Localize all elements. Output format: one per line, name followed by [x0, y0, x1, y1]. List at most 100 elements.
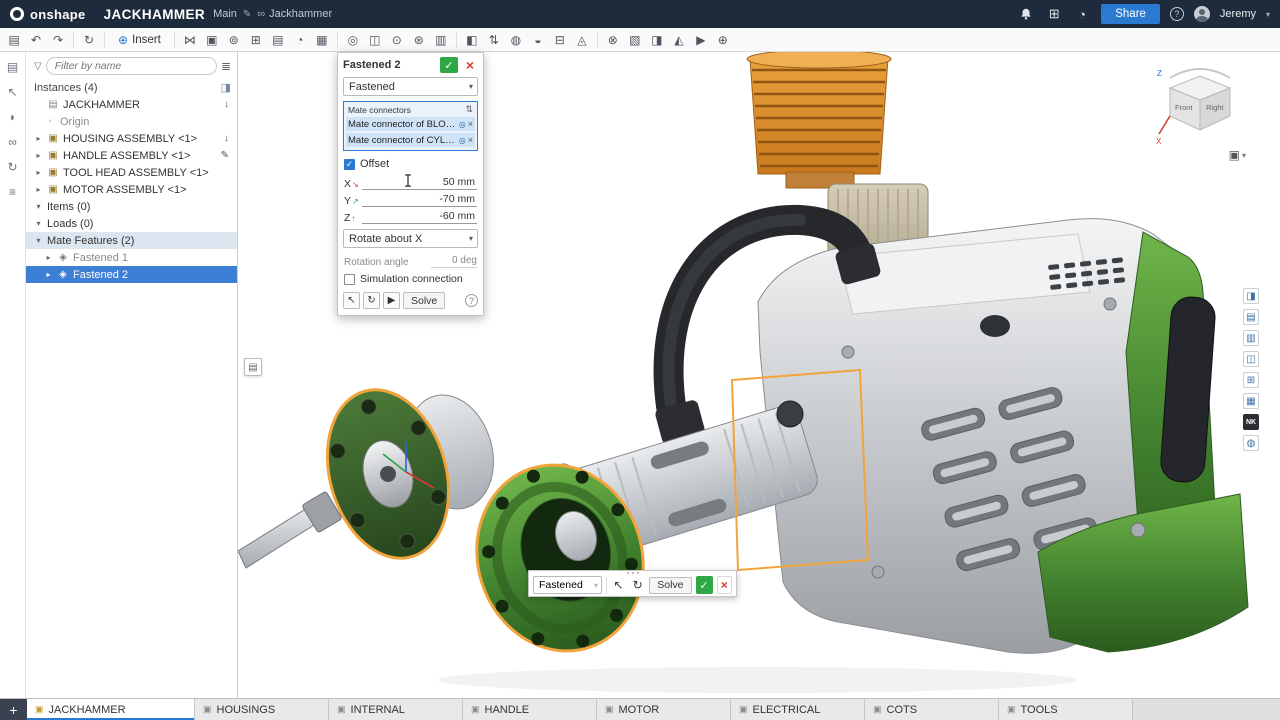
rotation-angle-input[interactable]: 0 deg — [431, 255, 477, 268]
mini-accept-button[interactable]: ✓ — [696, 576, 713, 594]
insert-button[interactable]: ⊕ Insert — [110, 30, 169, 50]
circular-pattern-icon[interactable]: ◔ — [290, 30, 310, 50]
exploded-view-icon[interactable]: ⊛ — [409, 30, 429, 50]
linked-document-name[interactable]: Jackhammer — [269, 8, 332, 20]
tab-electrical[interactable]: ▣ ELECTRICAL — [731, 699, 865, 720]
caret-closed-icon[interactable]: ▸ — [34, 134, 43, 143]
frames-icon[interactable]: ▧ — [625, 30, 645, 50]
offset-x-input[interactable]: 50 mm — [362, 176, 477, 190]
tab-handle[interactable]: ▣ HANDLE — [463, 699, 597, 720]
mate-connector-picker-icon[interactable]: ↖ — [343, 292, 360, 309]
tree-row-origin[interactable]: ◦ Origin — [26, 113, 237, 130]
interference-icon[interactable]: ⊗ — [603, 30, 623, 50]
help-icon[interactable]: ? — [1170, 7, 1184, 21]
housing-assembly-part[interactable] — [758, 219, 1248, 654]
tab-cots[interactable]: ▣ COTS — [865, 699, 999, 720]
animate-icon[interactable]: ▶ — [691, 30, 711, 50]
cancel-button[interactable]: × — [462, 57, 478, 73]
panel-flyout-button[interactable]: ▤ — [244, 358, 262, 376]
mini-mate-type-dropdown[interactable]: Fastened ▾ — [533, 576, 602, 594]
remove-connector-icon[interactable]: × — [468, 119, 473, 129]
view-settings-button[interactable]: ▣ ▾ — [1229, 148, 1246, 162]
mate-connector-chip-2[interactable]: Mate connector of CYLIND... ◎ × — [346, 133, 475, 147]
solve-button[interactable]: Solve — [403, 292, 445, 309]
mass-properties-icon[interactable]: ◬ — [572, 30, 592, 50]
tree-row-housing-assembly[interactable]: ▸ ▣ HOUSING ASSEMBLY <1> ↓ — [26, 130, 237, 147]
edit-pencil-icon[interactable]: ✎ — [243, 9, 251, 20]
sync-icon[interactable]: ↓ — [224, 133, 233, 144]
rollback-icon[interactable]: ↻ — [79, 30, 99, 50]
workspace-name[interactable]: Main — [213, 8, 237, 20]
flip-rotate-icon[interactable]: ↻ — [630, 577, 645, 594]
notifications-bell-icon[interactable] — [1017, 5, 1035, 23]
named-positions-icon[interactable]: ◫ — [365, 30, 385, 50]
remove-connector-icon[interactable]: × — [468, 135, 473, 145]
tree-row-handle-assembly[interactable]: ▸ ▣ HANDLE ASSEMBLY <1> ✎ — [26, 147, 237, 164]
mate-connector-icon[interactable]: ◎ — [459, 120, 466, 129]
tree-row-tool-head-assembly[interactable]: ▸ ▣ TOOL HEAD ASSEMBLY <1> — [26, 164, 237, 181]
tree-row-jackhammer[interactable]: ▤ JACKHAMMER ↓ — [26, 96, 237, 113]
appearance-icon[interactable]: ◍ — [506, 30, 526, 50]
tab-motor[interactable]: ▣ MOTOR — [597, 699, 731, 720]
filter-input[interactable] — [46, 57, 217, 75]
apps-grid-icon[interactable]: ⊞ — [1045, 5, 1063, 23]
redo-icon[interactable]: ↷ — [48, 30, 68, 50]
mate-connector-icon[interactable]: ◎ — [343, 30, 363, 50]
custom-feature-icon[interactable]: ⊕ — [713, 30, 733, 50]
mate-icon[interactable]: ⋈ — [180, 30, 200, 50]
tree-row-motor-assembly[interactable]: ▸ ▣ MOTOR ASSEMBLY <1> — [26, 181, 237, 198]
preview-play-icon[interactable]: ▶ — [383, 292, 400, 309]
mate-connectors-field[interactable]: Mate connectors ⇅ Mate connector of BLOC… — [343, 101, 478, 151]
caret-closed-icon[interactable]: ▸ — [34, 151, 43, 160]
caret-open-icon[interactable]: ▾ — [34, 202, 43, 211]
snapshot-icon[interactable]: ⊙ — [387, 30, 407, 50]
section-view-icon[interactable]: ◒ — [528, 30, 548, 50]
mate-relation-icon[interactable]: ⊚ — [224, 30, 244, 50]
user-avatar[interactable] — [1194, 6, 1210, 22]
tab-tools[interactable]: ▣ TOOLS — [999, 699, 1133, 720]
tree-section-mate-features[interactable]: ▾ Mate Features (2) — [26, 232, 237, 249]
user-name[interactable]: Jeremy — [1220, 8, 1256, 20]
rotate-axis-dropdown[interactable]: Rotate about X ▾ — [343, 229, 478, 248]
caret-closed-icon[interactable]: ▸ — [34, 168, 43, 177]
replicate-icon[interactable]: ⊞ — [246, 30, 266, 50]
sync-icon[interactable]: ↓ — [224, 99, 233, 110]
feature-pattern-icon[interactable]: ▦ — [312, 30, 332, 50]
reorder-icon[interactable]: ⇅ — [465, 104, 473, 115]
comments-icon[interactable]: ◗ — [4, 108, 22, 126]
flip-rotate-icon[interactable]: ↻ — [363, 292, 380, 309]
share-button[interactable]: Share — [1101, 4, 1160, 24]
select-tool-icon[interactable]: ↖ — [4, 83, 22, 101]
appearance-panel-icon[interactable]: ◨ — [1243, 288, 1259, 304]
offset-checkbox[interactable]: ✓ — [344, 159, 355, 170]
configuration-panel-icon[interactable]: ◫ — [1243, 351, 1259, 367]
bom-icon[interactable]: ▥ — [431, 30, 451, 50]
weldment-icon[interactable]: ◨ — [647, 30, 667, 50]
caret-closed-icon[interactable]: ▸ — [44, 253, 53, 262]
link-icon[interactable]: ∞ — [4, 133, 22, 151]
simulation-connection-checkbox[interactable] — [344, 274, 355, 285]
simulation-icon[interactable]: ◭ — [669, 30, 689, 50]
tabs-list-icon[interactable]: ≡ — [4, 183, 22, 201]
properties-panel-icon[interactable]: ⊞ — [1243, 372, 1259, 388]
user-menu-caret-icon[interactable]: ▾ — [1266, 10, 1270, 19]
measure-icon[interactable]: ⊟ — [550, 30, 570, 50]
tab-internal[interactable]: ▣ INTERNAL — [329, 699, 463, 720]
caret-closed-icon[interactable]: ▸ — [34, 185, 43, 194]
help-panel-icon[interactable]: ◍ — [1243, 435, 1259, 451]
group-icon[interactable]: ▣ — [202, 30, 222, 50]
caret-closed-icon[interactable]: ▸ — [44, 270, 53, 279]
linear-pattern-icon[interactable]: ▤ — [268, 30, 288, 50]
tree-row-fastened-2[interactable]: ▸ ◈ Fastened 2 — [26, 266, 237, 283]
versions-panel-icon[interactable]: ▦ — [1243, 393, 1259, 409]
accept-button[interactable]: ✓ — [440, 57, 458, 73]
display-states-icon[interactable]: ◧ — [462, 30, 482, 50]
mate-type-dropdown[interactable]: Fastened ▾ — [343, 77, 478, 96]
mate-connector-chip-1[interactable]: Mate connector of BLOCK ... ◎ × — [346, 117, 475, 131]
learning-center-icon[interactable]: ◔ — [1073, 5, 1091, 23]
tree-view-options-icon[interactable]: ≣ — [221, 59, 231, 73]
tree-section-items[interactable]: ▾ Items (0) — [26, 198, 237, 215]
nk-badge[interactable]: NK — [1243, 414, 1259, 430]
tree-row-fastened-1[interactable]: ▸ ◈ Fastened 1 — [26, 249, 237, 266]
add-tab-button[interactable]: + — [0, 699, 27, 720]
